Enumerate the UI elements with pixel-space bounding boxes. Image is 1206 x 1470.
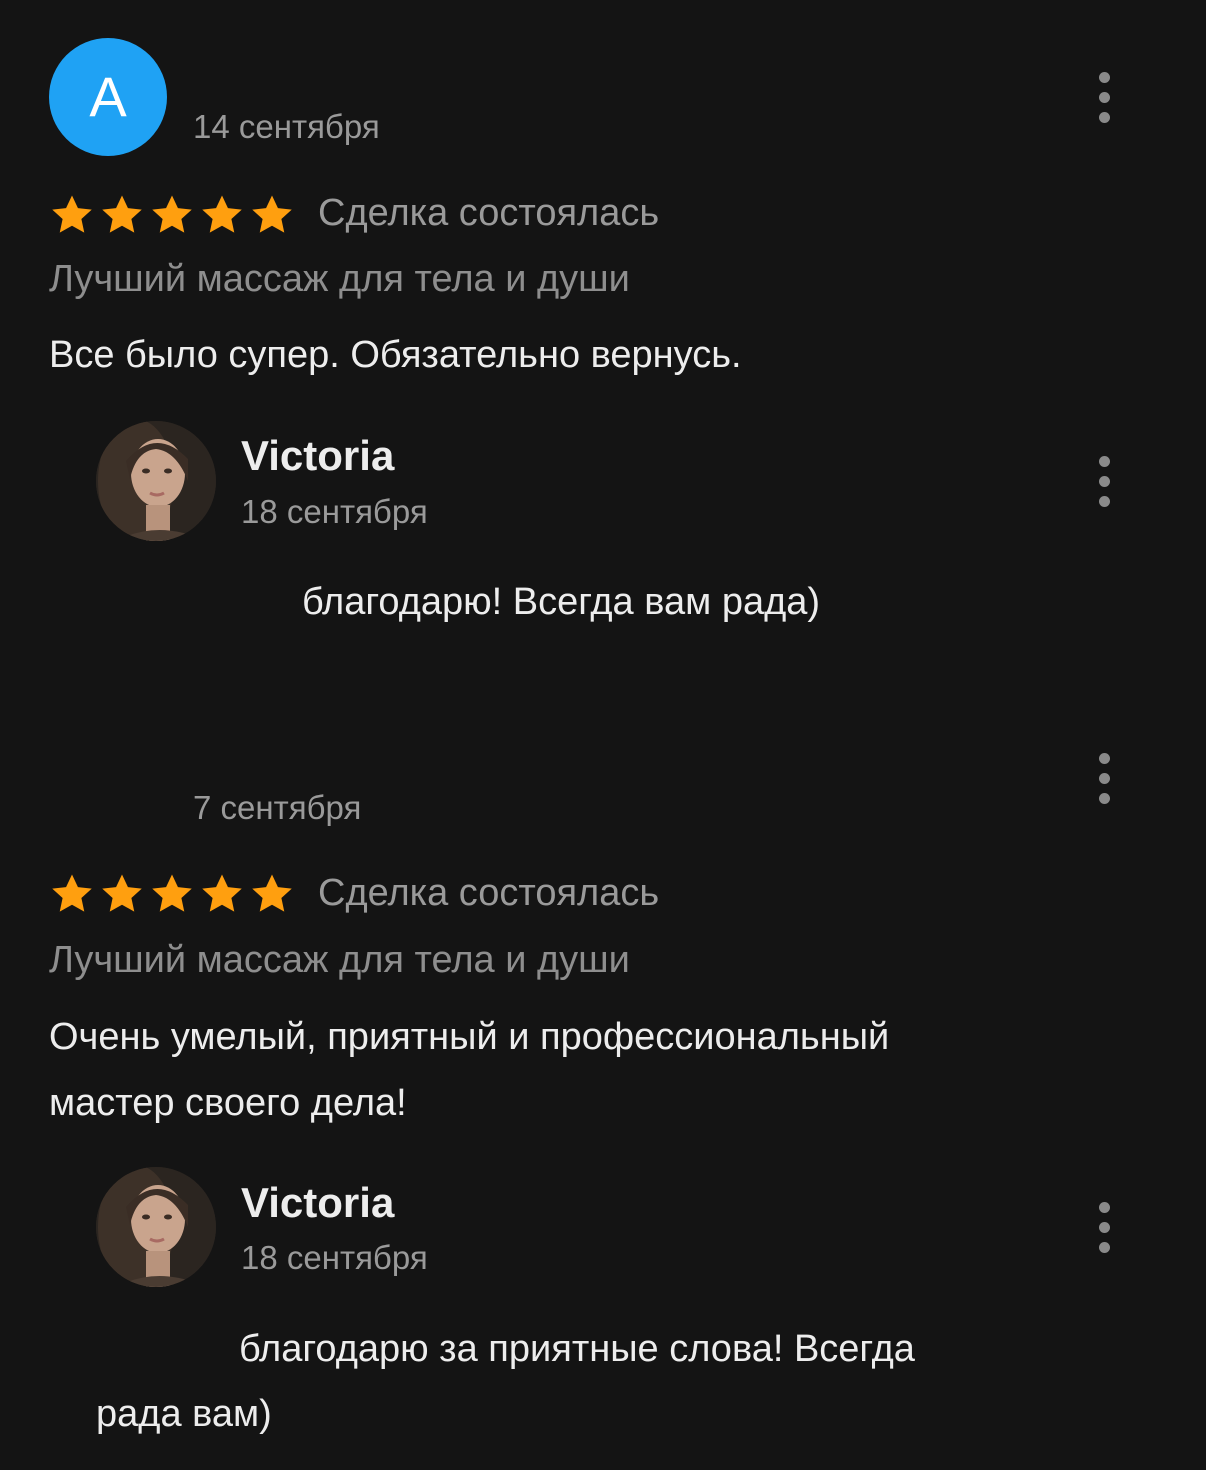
star-icon xyxy=(52,195,92,233)
more-vertical-icon xyxy=(1098,1201,1110,1213)
rating-stars xyxy=(49,192,295,238)
more-options-button[interactable] xyxy=(1089,748,1119,808)
star-icon xyxy=(52,874,92,912)
more-options-button[interactable] xyxy=(1089,67,1119,127)
review-text-line: Очень умелый, приятный и профессиональны… xyxy=(49,1016,890,1058)
reply-text: благодарю! Всегда вам рада) xyxy=(302,581,821,623)
reply-date: 18 сентября xyxy=(241,1239,428,1276)
reply-author-name: Victoria xyxy=(241,1179,395,1226)
reply-text-line: рада вам) xyxy=(96,1393,272,1435)
reply-avatar[interactable] xyxy=(96,1167,216,1287)
star-icon xyxy=(152,874,192,912)
profile-photo-icon xyxy=(96,421,216,541)
deal-status: Сделка состоялась xyxy=(318,872,660,914)
deal-status: Сделка состоялась xyxy=(318,192,660,234)
more-vertical-icon xyxy=(1098,752,1110,764)
star-icon xyxy=(202,195,242,233)
star-icon xyxy=(102,195,142,233)
more-vertical-icon xyxy=(1098,71,1110,83)
star-icon xyxy=(102,874,142,912)
reply-avatar[interactable] xyxy=(96,421,216,541)
reply-date: 18 сентября xyxy=(241,493,428,530)
service-name: Лучший массаж для тела и души xyxy=(49,258,630,300)
reply-author-name: Victoria xyxy=(241,432,395,479)
star-icon xyxy=(252,874,292,912)
review-text-line: мастер своего дела! xyxy=(49,1082,407,1124)
review-card: A 14 сентября Сделка состоялась Лучший м… xyxy=(0,0,1206,680)
review-text: Все было супер. Обязательно вернусь. xyxy=(49,334,742,376)
star-icon xyxy=(252,195,292,233)
review-card: 7 сентября Сделка состоялась Лучший масс… xyxy=(0,720,1206,1470)
reply-text-line: благодарю за приятные слова! Всегда xyxy=(239,1328,915,1370)
review-date: 7 сентября xyxy=(193,789,362,826)
review-date: 14 сентября xyxy=(193,108,380,145)
reply-more-options-button[interactable] xyxy=(1089,451,1119,511)
reply-more-options-button[interactable] xyxy=(1089,1197,1119,1257)
service-name: Лучший массаж для тела и души xyxy=(49,939,630,981)
more-vertical-icon xyxy=(1098,455,1110,467)
star-icon xyxy=(152,195,192,233)
author-avatar[interactable]: A xyxy=(49,38,167,156)
profile-photo-icon xyxy=(96,1167,216,1287)
rating-stars xyxy=(49,871,295,917)
star-icon xyxy=(202,874,242,912)
